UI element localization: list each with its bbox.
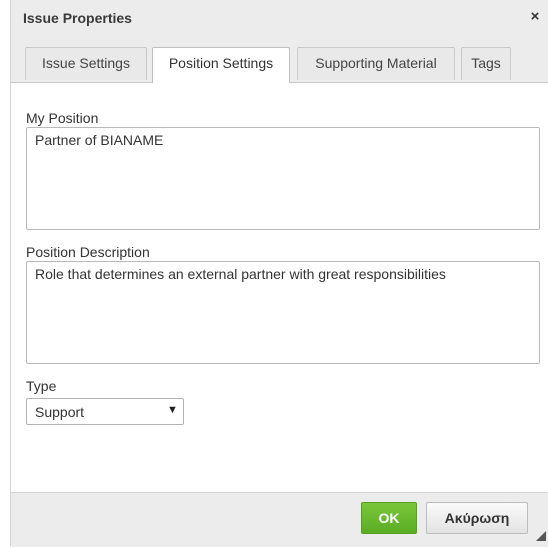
tab-bar: Issue Settings Position Settings Support… (11, 37, 548, 83)
dialog-titlebar[interactable]: Issue Properties × (11, 0, 548, 38)
my-position-field[interactable]: Partner of BIANAME (26, 127, 540, 230)
tab-supporting-material[interactable]: Supporting Material (297, 47, 455, 80)
close-icon[interactable]: × (527, 9, 543, 25)
type-select[interactable]: Support ▼ (26, 398, 184, 425)
type-label: Type (26, 378, 57, 394)
resize-grip-icon[interactable] (536, 531, 546, 541)
chevron-down-icon: ▼ (167, 404, 178, 416)
ok-button[interactable]: OK (361, 502, 417, 534)
dialog-footer: OK Ακύρωση (11, 492, 548, 547)
tab-position-settings[interactable]: Position Settings (152, 47, 290, 83)
type-select-value: Support (35, 404, 85, 420)
dialog-title: Issue Properties (23, 10, 132, 26)
cancel-button[interactable]: Ακύρωση (426, 502, 528, 534)
issue-properties-dialog: Issue Properties × Issue Settings Positi… (10, 0, 548, 547)
my-position-label: My Position (26, 110, 99, 126)
tab-issue-settings[interactable]: Issue Settings (25, 47, 147, 80)
position-description-field[interactable]: Role that determines an external partner… (26, 261, 540, 364)
position-description-label: Position Description (26, 244, 150, 260)
tab-tags[interactable]: Tags (461, 47, 511, 80)
